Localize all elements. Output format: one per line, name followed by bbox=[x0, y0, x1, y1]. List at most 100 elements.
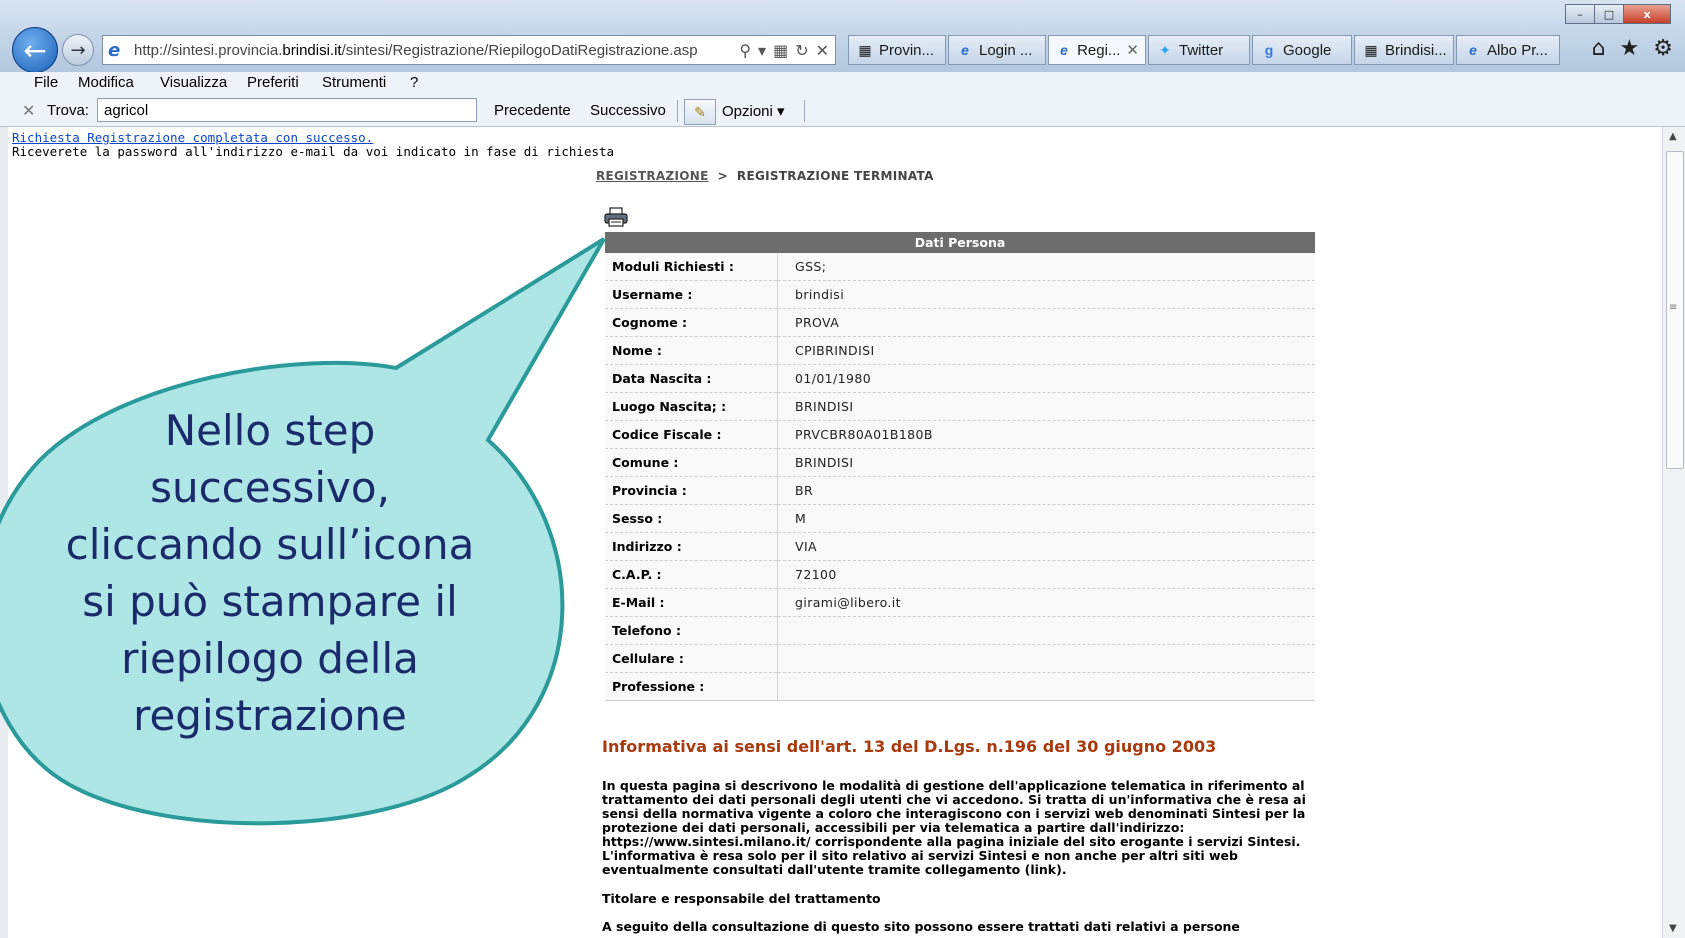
field-label: Luogo Nascita; : bbox=[605, 392, 778, 421]
table-row: Indirizzo : VIA bbox=[605, 532, 1315, 561]
find-input[interactable] bbox=[97, 98, 477, 122]
tab-strip: ▦ Provin... e Login ... e Regi... ✕ ✦ Twitter… bbox=[848, 35, 1562, 65]
page-icon: ▦ bbox=[858, 41, 872, 58]
menu-file[interactable]: File bbox=[34, 74, 58, 91]
field-label: Codice Fiscale : bbox=[605, 420, 778, 449]
menu-preferiti[interactable]: Preferiti bbox=[247, 74, 299, 91]
printer-icon[interactable] bbox=[604, 207, 628, 227]
grip-icon: ≡ bbox=[1669, 302, 1678, 313]
address-url[interactable]: http://sintesi.provincia.brindisi.it/sin… bbox=[134, 42, 733, 59]
menu-bar: File Modifica Visualizza Preferiti Strum… bbox=[0, 72, 1685, 96]
address-bar[interactable]: e http://sintesi.provincia.brindisi.it/s… bbox=[102, 35, 836, 65]
home-icon[interactable]: ⌂ bbox=[1592, 36, 1606, 61]
field-value: brindisi bbox=[777, 280, 1315, 309]
field-value bbox=[777, 672, 1315, 701]
window-controls: – □ x bbox=[1565, 4, 1671, 24]
tab-google[interactable]: g Google bbox=[1252, 35, 1352, 65]
tab-login[interactable]: e Login ... bbox=[948, 35, 1046, 65]
maximize-button[interactable]: □ bbox=[1594, 4, 1624, 24]
person-data-table: Dati Persona Moduli Richiesti : GSS; Usern… bbox=[605, 232, 1315, 701]
field-value: PRVCBR80A01B180B bbox=[777, 420, 1315, 449]
table-row: Username : brindisi bbox=[605, 280, 1315, 309]
chevron-down-icon[interactable]: ▾ bbox=[758, 41, 766, 60]
ie-icon: e bbox=[1469, 42, 1477, 58]
table-row: C.A.P. :72100 bbox=[605, 560, 1315, 589]
field-label: Comune : bbox=[605, 448, 778, 477]
find-previous-button[interactable]: Precedente bbox=[494, 102, 571, 119]
privacy-body: In questa pagina si descrivono le modali… bbox=[602, 778, 1306, 877]
tab-brindisi[interactable]: ▦ Brindisi... bbox=[1354, 35, 1454, 65]
close-window-button[interactable]: x bbox=[1623, 4, 1671, 24]
privacy-tail: A seguito della consultazione di questo … bbox=[602, 919, 1240, 934]
menu-modifica[interactable]: Modifica bbox=[78, 74, 134, 91]
find-next-button[interactable]: Successivo bbox=[590, 102, 666, 119]
back-arrow-icon[interactable]: ← bbox=[12, 27, 58, 73]
scroll-down-icon[interactable]: ▼ bbox=[1669, 923, 1677, 934]
field-label: Nome : bbox=[605, 336, 778, 365]
table-row: Moduli Richiesti : GSS; bbox=[605, 253, 1315, 281]
tab-registrazione[interactable]: e Regi... ✕ bbox=[1048, 35, 1146, 65]
divider bbox=[677, 100, 678, 122]
table-row: Provincia : BR bbox=[605, 476, 1315, 505]
field-value: girami@libero.it bbox=[777, 588, 1315, 617]
stop-icon[interactable]: ✕ bbox=[816, 41, 829, 60]
field-label: Cellulare : bbox=[605, 644, 778, 673]
vertical-scrollbar[interactable]: ▲ ≡ ▼ bbox=[1662, 127, 1685, 938]
table-row: E-Mail : girami@libero.it bbox=[605, 588, 1315, 617]
tab-twitter[interactable]: ✦ Twitter bbox=[1148, 35, 1250, 65]
field-label: C.A.P. : bbox=[605, 560, 778, 589]
table-row: Data Nascita :01/01/1980 bbox=[605, 364, 1315, 393]
breadcrumb-current: REGISTRAZIONE TERMINATA bbox=[736, 169, 934, 183]
menu-strumenti[interactable]: Strumenti bbox=[322, 74, 386, 91]
refresh-icon[interactable]: ↻ bbox=[795, 41, 808, 60]
field-value: 01/01/1980 bbox=[777, 364, 1315, 393]
field-label: Telefono : bbox=[605, 616, 778, 645]
field-label: E-Mail : bbox=[605, 588, 778, 617]
menu-visualizza[interactable]: Visualizza bbox=[160, 74, 227, 91]
forward-arrow-icon[interactable]: → bbox=[62, 34, 94, 66]
ie-icon: e bbox=[1060, 42, 1068, 58]
options-button[interactable]: Opzioni ▾ bbox=[722, 102, 785, 120]
field-label: Indirizzo : bbox=[605, 532, 778, 561]
favorites-star-icon[interactable]: ★ bbox=[1620, 36, 1640, 61]
field-value: BRINDISI bbox=[777, 392, 1315, 421]
field-label: Sesso : bbox=[605, 504, 778, 533]
tab-provincia[interactable]: ▦ Provin... bbox=[848, 35, 946, 65]
table-row: Professione : bbox=[605, 672, 1315, 701]
registration-success-link[interactable]: Richiesta Registrazione completata con s… bbox=[12, 130, 373, 145]
close-find-icon[interactable]: ✕ bbox=[22, 101, 35, 121]
field-value: PROVA bbox=[777, 308, 1315, 337]
table-row: Sesso :M bbox=[605, 504, 1315, 533]
field-value: 72100 bbox=[777, 560, 1315, 589]
privacy-title: Informativa ai sensi dell'art. 13 del D.… bbox=[602, 737, 1217, 756]
field-label: Provincia : bbox=[605, 476, 778, 505]
compatibility-icon[interactable]: ▦ bbox=[773, 41, 788, 60]
divider bbox=[804, 100, 805, 122]
field-value: CPIBRINDISI bbox=[777, 336, 1315, 365]
table-row: Codice Fiscale : PRVCBR80A01B180B bbox=[605, 420, 1315, 449]
menu-help[interactable]: ? bbox=[410, 74, 418, 91]
search-icon[interactable]: ⚲ bbox=[739, 41, 751, 60]
find-bar: ✕ Trova: Precedente Successivo ✎ Opzioni… bbox=[0, 96, 1685, 127]
gear-icon[interactable]: ⚙ bbox=[1653, 36, 1673, 61]
field-label: Cognome : bbox=[605, 308, 778, 337]
google-icon: g bbox=[1264, 42, 1274, 58]
callout-text: Nello step successivo, cliccando sull’ic… bbox=[65, 406, 475, 740]
tab-albo[interactable]: e Albo Pr... bbox=[1456, 35, 1560, 65]
table-row: Telefono : bbox=[605, 616, 1315, 645]
field-value: GSS; bbox=[777, 253, 1315, 281]
breadcrumb-link-registrazione[interactable]: REGISTRAZIONE bbox=[596, 169, 709, 183]
find-label: Trova: bbox=[47, 102, 89, 119]
pencil-icon[interactable]: ✎ bbox=[684, 99, 716, 125]
breadcrumb: REGISTRAZIONE > REGISTRAZIONE TERMINATA bbox=[596, 169, 934, 183]
field-label: Professione : bbox=[605, 672, 778, 701]
ie-icon: e bbox=[108, 39, 121, 61]
table-row: Luogo Nascita; : BRINDISI bbox=[605, 392, 1315, 421]
privacy-subtitle: Titolare e responsabile del trattamento bbox=[602, 891, 881, 906]
minimize-button[interactable]: – bbox=[1565, 4, 1595, 24]
scroll-up-icon[interactable]: ▲ bbox=[1669, 131, 1677, 142]
table-row: Cognome : PROVA bbox=[605, 308, 1315, 337]
field-value: VIA bbox=[777, 532, 1315, 561]
close-tab-icon[interactable]: ✕ bbox=[1126, 41, 1139, 59]
table-header: Dati Persona bbox=[605, 232, 1315, 253]
